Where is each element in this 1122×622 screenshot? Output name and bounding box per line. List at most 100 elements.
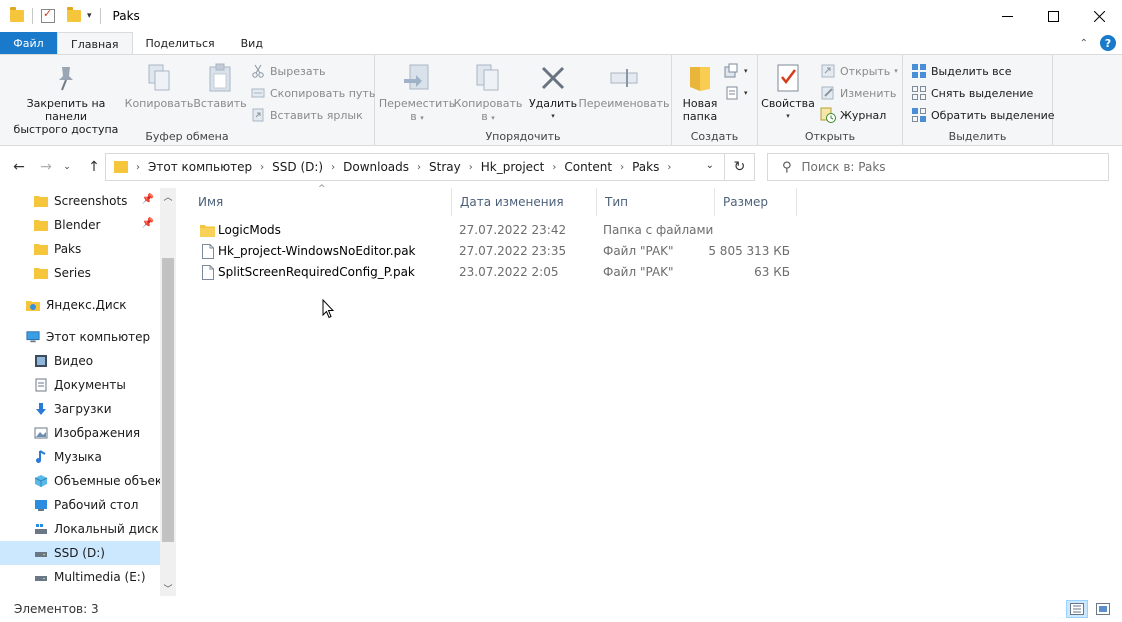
- folder-icon: [34, 218, 48, 232]
- sidebar-item-multimedia-e[interactable]: Multimedia (E:): [0, 565, 160, 589]
- file-row[interactable]: SplitScreenRequiredConfig_P.pak 23.07.20…: [190, 262, 790, 283]
- breadcrumb-content[interactable]: Content: [564, 160, 612, 174]
- sidebar-item-pictures[interactable]: Изображения: [0, 421, 160, 445]
- help-icon[interactable]: ?: [1100, 35, 1116, 51]
- tab-share[interactable]: Поделиться: [133, 32, 228, 55]
- paste-button[interactable]: Вставить: [193, 61, 247, 110]
- sidebar-scrollbar[interactable]: ︿ ﹀: [160, 188, 176, 596]
- properties-icon[interactable]: [41, 7, 55, 23]
- move-to-button[interactable]: Переместить в ▾: [379, 61, 455, 125]
- edit-button[interactable]: Изменить: [820, 83, 896, 103]
- sidebar-item-video[interactable]: Видео: [0, 349, 160, 373]
- column-header-date[interactable]: Дата изменения: [452, 188, 597, 216]
- column-header-name[interactable]: Имя: [190, 188, 452, 216]
- new-folder-button[interactable]: Новая папка: [678, 61, 722, 123]
- copy-to-button[interactable]: Копировать в ▾: [453, 61, 523, 125]
- tab-view[interactable]: Вид: [228, 32, 276, 55]
- customize-toolbar-dropdown-icon[interactable]: ▾: [87, 11, 92, 21]
- breadcrumb-stray[interactable]: Stray: [429, 160, 461, 174]
- sidebar-item-label: Blender: [54, 218, 101, 232]
- new-item-button[interactable]: ▾: [724, 61, 748, 81]
- sidebar-item-this-pc[interactable]: Этот компьютер: [0, 325, 160, 349]
- sidebar-item-screenshots[interactable]: Screenshots 📌: [0, 189, 160, 213]
- search-box[interactable]: ⚲: [767, 153, 1109, 181]
- drive-icon: [34, 570, 48, 584]
- pin-icon[interactable]: 📌: [142, 194, 154, 205]
- properties-button[interactable]: Свойства ▾: [761, 61, 815, 123]
- scroll-up-icon[interactable]: ︿: [160, 188, 176, 204]
- file-row[interactable]: Hk_project-WindowsNoEditor.pak 27.07.202…: [190, 241, 790, 262]
- large-icons-view-button[interactable]: [1092, 600, 1114, 618]
- sidebar-item-desktop[interactable]: Рабочий стол: [0, 493, 160, 517]
- history-button[interactable]: Журнал: [820, 105, 886, 125]
- breadcrumb-ssd[interactable]: SSD (D:): [272, 160, 323, 174]
- copy-to-label-line2: в: [481, 110, 488, 123]
- breadcrumb-downloads[interactable]: Downloads: [343, 160, 409, 174]
- group-organize: Переместить в ▾ Копировать в ▾ Удалить ▾…: [375, 55, 672, 145]
- sidebar-item-yandex-disk[interactable]: Яндекс.Диск: [0, 293, 160, 317]
- tab-file[interactable]: Файл: [0, 32, 57, 55]
- pin-icon[interactable]: 📌: [142, 218, 154, 229]
- chevron-right-icon[interactable]: ›: [331, 162, 335, 173]
- search-input[interactable]: [801, 160, 1082, 174]
- easy-access-icon: [724, 85, 740, 101]
- copy-button[interactable]: Копировать: [125, 61, 193, 110]
- sidebar-item-ssd-d[interactable]: SSD (D:): [0, 541, 160, 565]
- maximize-button[interactable]: [1030, 0, 1076, 32]
- folder-icon[interactable]: [10, 7, 24, 22]
- select-all-button[interactable]: Выделить все: [911, 61, 1011, 81]
- sidebar-item-downloads[interactable]: Загрузки: [0, 397, 160, 421]
- recent-locations-button[interactable]: ⌄: [57, 157, 77, 177]
- sidebar-item-music[interactable]: Музыка: [0, 445, 160, 469]
- group-select: Выделить все Снять выделение Обратить вы…: [903, 55, 1055, 145]
- breadcrumb-paks[interactable]: Paks: [632, 160, 659, 174]
- chevron-right-icon[interactable]: ›: [667, 162, 671, 173]
- up-button[interactable]: ↑: [84, 157, 104, 177]
- close-button[interactable]: [1076, 0, 1122, 32]
- sidebar-item-paks[interactable]: Paks: [0, 237, 160, 261]
- rename-button[interactable]: Переименовать: [578, 61, 670, 110]
- easy-access-button[interactable]: ▾: [724, 83, 748, 103]
- file-type: Папка с файлами: [603, 223, 714, 237]
- sidebar-item-documents[interactable]: Документы: [0, 373, 160, 397]
- address-bar[interactable]: › Этот компьютер › SSD (D:) › Downloads …: [105, 153, 755, 181]
- select-none-button[interactable]: Снять выделение: [911, 83, 1033, 103]
- forward-button[interactable]: →: [36, 157, 56, 177]
- chevron-right-icon[interactable]: ›: [620, 162, 624, 173]
- pin-to-quick-access-button[interactable]: Закрепить на панели быстрого доступа: [8, 61, 124, 136]
- invert-selection-button[interactable]: Обратить выделение: [911, 105, 1055, 125]
- open-button[interactable]: Открыть ▾: [820, 61, 898, 81]
- breadcrumb-this-pc[interactable]: Этот компьютер: [148, 160, 252, 174]
- rename-label: Переименовать: [578, 97, 670, 110]
- chevron-right-icon[interactable]: ›: [260, 162, 264, 173]
- collapse-ribbon-icon[interactable]: ⌃: [1080, 38, 1088, 49]
- chevron-right-icon[interactable]: ›: [552, 162, 556, 173]
- delete-button[interactable]: Удалить ▾: [527, 61, 579, 123]
- new-folder-icon[interactable]: [67, 7, 81, 22]
- breadcrumb-hk-project[interactable]: Hk_project: [481, 160, 545, 174]
- sidebar-item-3d-objects[interactable]: Объемные объекты: [0, 469, 160, 493]
- sidebar-item-series[interactable]: Series: [0, 261, 160, 285]
- sidebar-item-label: Series: [54, 266, 91, 280]
- sidebar-item-blender[interactable]: Blender 📌: [0, 213, 160, 237]
- copy-path-button[interactable]: Скопировать путь: [250, 83, 375, 103]
- tab-home[interactable]: Главная: [57, 32, 133, 55]
- chevron-right-icon[interactable]: ›: [469, 162, 473, 173]
- column-header-size[interactable]: Размер: [715, 188, 797, 216]
- scroll-down-icon[interactable]: ﹀: [160, 580, 176, 596]
- details-view-button[interactable]: [1066, 600, 1088, 618]
- sidebar-item-local-disk-c[interactable]: Локальный диск (C:): [0, 517, 160, 541]
- minimize-button[interactable]: [984, 0, 1030, 32]
- chevron-right-icon[interactable]: ›: [417, 162, 421, 173]
- refresh-button[interactable]: ↻: [724, 154, 754, 180]
- cut-button[interactable]: Вырезать: [250, 61, 325, 81]
- address-history-dropdown-icon[interactable]: ⌄: [706, 160, 714, 171]
- title-bar: ▾ Paks: [0, 0, 1122, 32]
- back-button[interactable]: ←: [9, 157, 29, 177]
- refresh-icon: ↻: [733, 159, 746, 175]
- file-row[interactable]: LogicMods 27.07.2022 23:42 Папка с файла…: [190, 220, 790, 241]
- scrollbar-thumb[interactable]: [162, 258, 174, 542]
- folder-icon: [34, 266, 48, 280]
- paste-shortcut-button[interactable]: Вставить ярлык: [250, 105, 363, 125]
- column-header-type[interactable]: Тип: [597, 188, 715, 216]
